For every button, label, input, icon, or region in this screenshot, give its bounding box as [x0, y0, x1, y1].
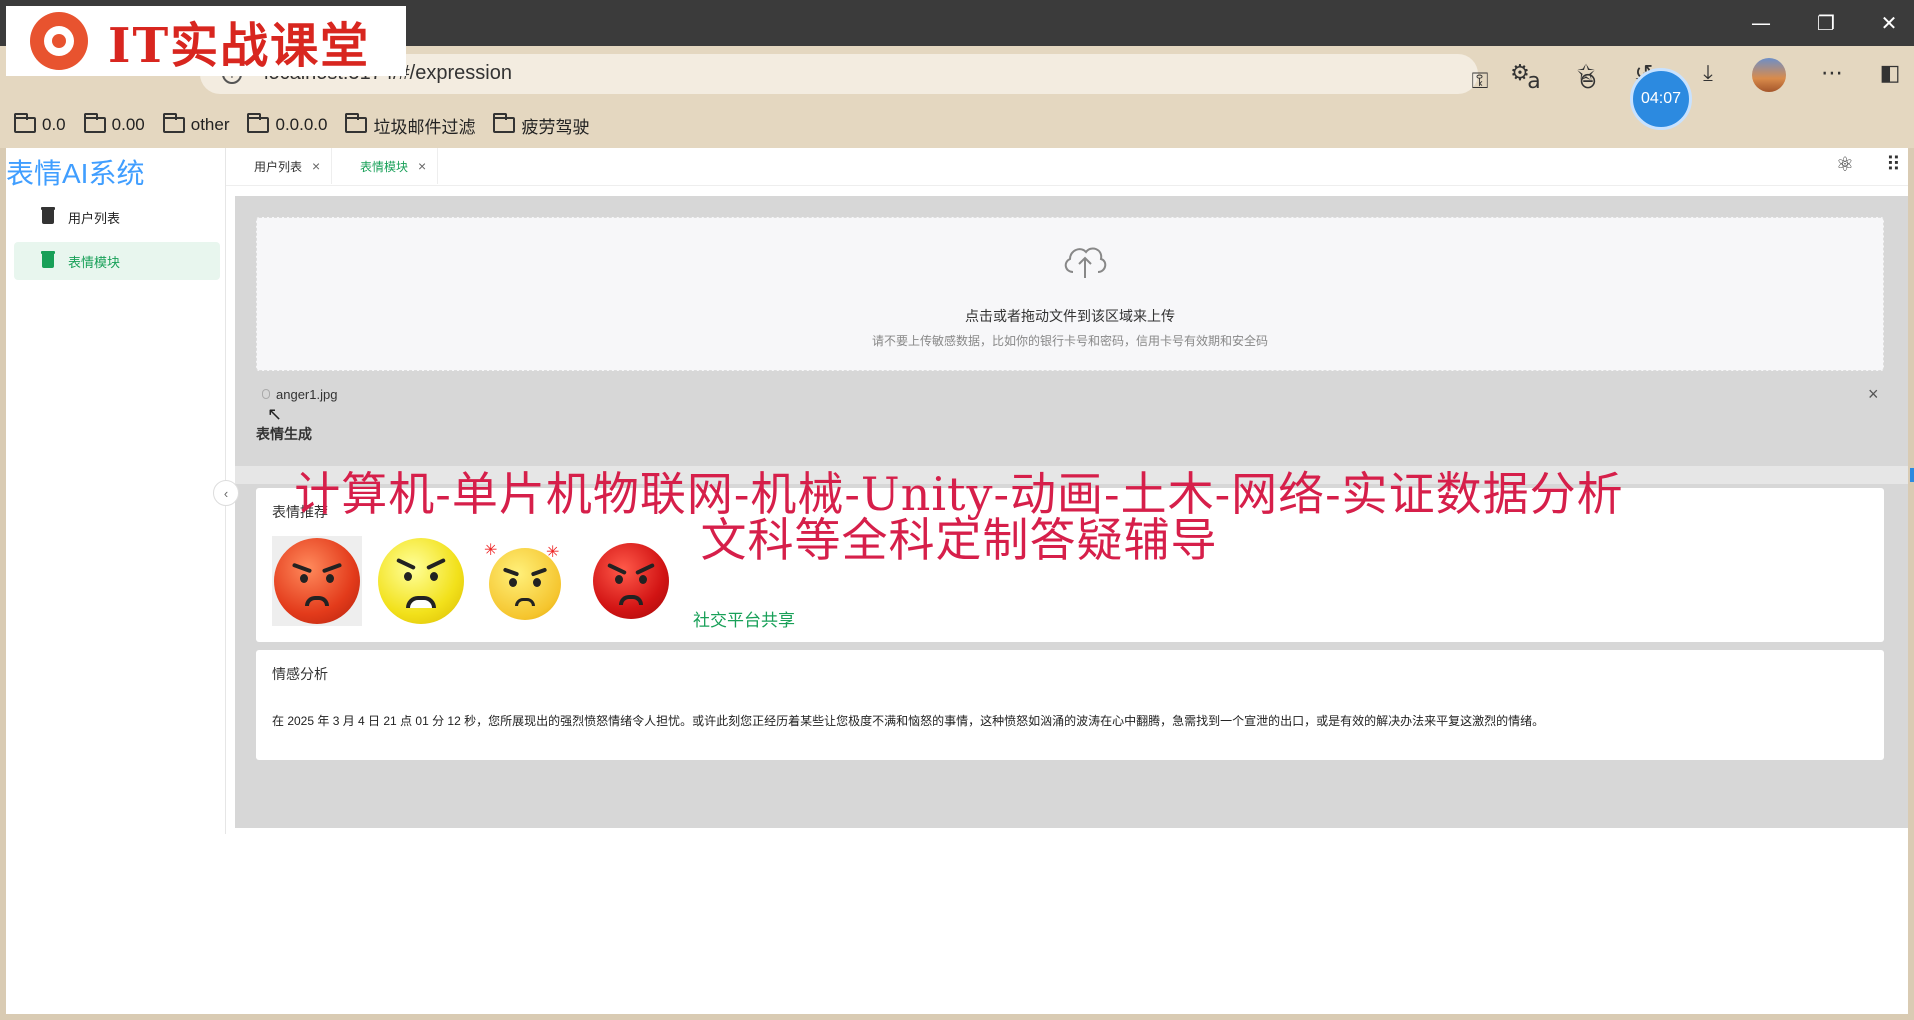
- upload-cloud-icon: [1064, 247, 1107, 278]
- sidebar-item-label: 表情模块: [68, 254, 121, 270]
- cup-icon: [41, 207, 55, 224]
- bookmark-folder[interactable]: other: [162, 113, 230, 135]
- section-title: 表情生成: [256, 426, 312, 442]
- sidebar-item-label: 用户列表: [68, 210, 121, 226]
- eye: [404, 572, 412, 581]
- bookmark-folder[interactable]: 疲劳驾驶: [493, 113, 589, 138]
- mouth: [305, 596, 329, 606]
- analysis-card: 情感分析 在 2025 年 3 月 4 日 21 点 01 分 12 秒，您所展…: [256, 650, 1884, 760]
- folder-icon: [247, 113, 270, 133]
- folder-icon: [14, 113, 36, 133]
- theme-icon[interactable]: ⚛: [1836, 152, 1854, 177]
- close-icon[interactable]: ×: [418, 158, 426, 174]
- bookmark-label: other: [190, 115, 230, 134]
- sidebar-item-expression[interactable]: 表情模块: [14, 242, 220, 280]
- bookmark-label: 垃圾邮件过滤: [373, 117, 476, 137]
- profile-avatar[interactable]: [1752, 58, 1786, 92]
- attachment-icon: [262, 389, 270, 399]
- close-window-button[interactable]: ✕: [1858, 0, 1914, 46]
- minimize-button[interactable]: —: [1730, 0, 1792, 46]
- upload-dropzone[interactable]: 点击或者拖动文件到该区域来上传 请不要上传敏感数据，比如你的银行卡号和密码，信用…: [256, 217, 1884, 371]
- cup-icon: [41, 251, 55, 268]
- eye: [639, 575, 647, 584]
- eye: [326, 574, 334, 583]
- sidebar-item-user-list[interactable]: 用户列表: [14, 198, 220, 236]
- favorites-icon[interactable]: ✩: [1570, 58, 1602, 90]
- upload-hint: 请不要上传敏感数据，比如你的银行卡号和密码，信用卡号有效期和安全码: [871, 334, 1268, 348]
- bookmark-label: 疲劳驾驶: [521, 117, 590, 137]
- folder-icon: [493, 113, 516, 133]
- key-icon[interactable]: ⚿: [1464, 66, 1496, 98]
- bookmarks-bar: 0.0 0.00 other 0.0.0.0 垃圾邮件过滤 疲劳驾驶: [0, 102, 1914, 148]
- logo-icon: [30, 12, 88, 70]
- analysis-text: 在 2025 年 3 月 4 日 21 点 01 分 12 秒，您所展现出的强烈…: [272, 714, 1545, 728]
- bookmark-folder[interactable]: 垃圾邮件过滤: [345, 113, 475, 138]
- folder-icon: [83, 113, 106, 133]
- bookmark-label: 0.0: [42, 115, 66, 134]
- tab-label: 表情模块: [360, 159, 409, 174]
- more-icon[interactable]: ⋯: [1816, 58, 1848, 90]
- bookmark-label: 0.0.0.0: [275, 115, 328, 134]
- apps-grid-icon[interactable]: ⠿: [1886, 152, 1901, 177]
- close-icon[interactable]: ×: [312, 158, 320, 174]
- mouth: [515, 598, 535, 606]
- upload-title: 点击或者拖动文件到该区域来上传: [965, 308, 1175, 324]
- mouth: [406, 596, 436, 608]
- folder-icon: [345, 113, 368, 133]
- app-title: 表情AI系统: [6, 158, 145, 189]
- bookmark-folder[interactable]: 0.00: [83, 113, 145, 135]
- watermark-overlay-line2: 文科等全科定制答疑辅导: [700, 513, 1218, 567]
- watermark-logo: IT实战课堂: [6, 6, 406, 76]
- tabs-bar: 用户列表 × 表情模块 × ⚛ ⠿: [226, 148, 1908, 186]
- eye: [615, 575, 623, 584]
- bookmark-folder[interactable]: 0.0.0.0: [247, 113, 328, 135]
- scrollbar-indicator[interactable]: [1910, 468, 1914, 482]
- share-social-link[interactable]: 社交平台共享: [693, 606, 795, 631]
- web-page: 表情AI系统 用户列表 表情模块 ‹ 用户列表 × 表情模块 × ⚛ ⠿ 点击或…: [6, 148, 1914, 1014]
- bookmark-folder[interactable]: 0.0: [14, 113, 66, 135]
- maximize-button[interactable]: ❐: [1795, 0, 1857, 46]
- tab-label: 用户列表: [254, 159, 303, 174]
- uploaded-file-item[interactable]: anger1.jpg ×: [256, 381, 1884, 409]
- eye: [430, 572, 438, 581]
- logo-text: IT实战课堂: [108, 18, 371, 74]
- eye: [300, 574, 308, 583]
- bookmark-label: 0.00: [111, 115, 145, 134]
- folder-icon: [162, 113, 185, 133]
- card-title: 情感分析: [272, 666, 328, 682]
- eye: [509, 578, 517, 587]
- eye: [533, 578, 541, 587]
- file-name[interactable]: anger1.jpg: [276, 387, 337, 402]
- app-sidebar: 表情AI系统 用户列表 表情模块: [6, 148, 226, 834]
- sidebar-toggle-icon[interactable]: ◧: [1874, 58, 1906, 90]
- tab-user-list[interactable]: 用户列表 ×: [226, 148, 332, 184]
- mouth: [619, 595, 643, 605]
- extensions-icon[interactable]: ⚙: [1504, 58, 1536, 90]
- tab-expression[interactable]: 表情模块 ×: [332, 148, 438, 184]
- download-icon[interactable]: ⤓: [1692, 58, 1724, 90]
- remove-file-icon[interactable]: ×: [1868, 384, 1879, 405]
- recording-timer: 04:07: [1630, 68, 1692, 130]
- mouse-cursor-icon: ↖: [267, 404, 283, 424]
